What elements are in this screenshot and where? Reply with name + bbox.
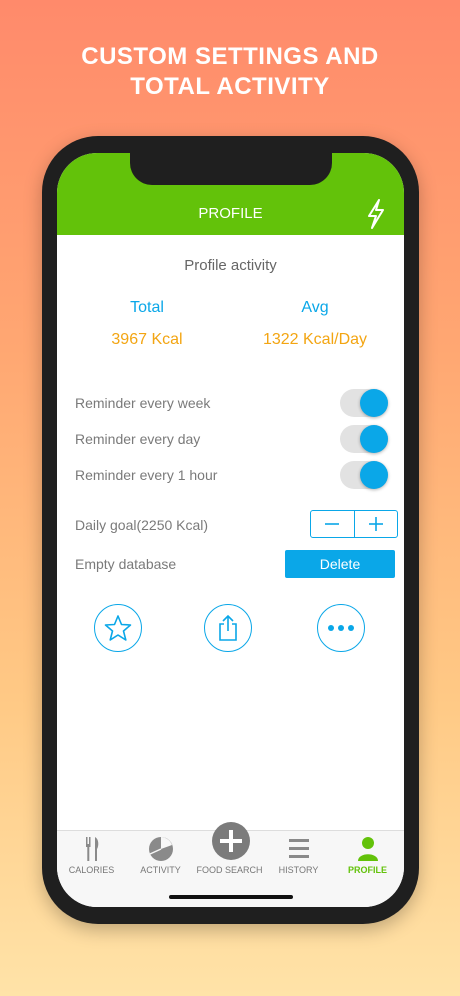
tab-profile-label: PROFILE [347,865,387,875]
fork-knife-icon [86,837,99,861]
minus-icon [325,523,340,525]
promo-title-line1: CUSTOM SETTINGS AND [81,43,379,70]
person-icon [358,837,378,861]
pie-chart-icon [149,837,173,861]
toggle-knob [360,389,388,417]
tab-profile[interactable]: PROFILE [333,831,402,881]
reminder-week-toggle[interactable] [340,389,388,417]
star-icon [104,615,132,641]
plus-icon [368,517,383,531]
header-title: PROFILE [198,205,263,222]
list-icon [289,839,309,858]
increment-button[interactable] [355,511,398,537]
decrement-button[interactable] [311,511,355,537]
tab-food-search-label: FOOD SEARCH [196,865,263,875]
food-search-fab[interactable] [212,822,250,860]
tab-history-label: HISTORY [278,865,319,875]
phone-notch [130,153,332,185]
avg-label: Avg [301,299,329,316]
tab-activity[interactable]: ACTIVITY [126,831,195,881]
empty-database-label: Empty database [75,556,177,572]
home-indicator [169,895,293,899]
section-title: Profile activity [184,257,277,274]
app-screen: PROFILE Profile activity Total Avg 3967 … [57,153,404,907]
share-button[interactable] [204,604,252,652]
lightning-icon[interactable] [365,199,387,229]
share-icon [219,614,237,641]
reminder-hour-toggle[interactable] [340,461,388,489]
plus-icon [220,830,242,852]
tab-calories[interactable]: CALORIES [57,831,126,881]
reminder-hour-label: Reminder every 1 hour [75,467,218,483]
promo-title: CUSTOM SETTINGS AND TOTAL ACTIVITY [0,42,460,102]
toggle-knob [360,461,388,489]
total-label: Total [130,299,164,316]
daily-goal-stepper [310,510,398,538]
toggle-knob [360,425,388,453]
delete-button[interactable]: Delete [285,550,395,578]
reminder-week-label: Reminder every week [75,395,211,411]
tab-history[interactable]: HISTORY [264,831,333,881]
avg-value: 1322 Kcal/Day [262,331,368,348]
tab-calories-label: CALORIES [68,865,115,875]
promo-title-line2: TOTAL ACTIVITY [130,73,330,100]
reminder-day-toggle[interactable] [340,425,388,453]
daily-goal-label: Daily goal(2250 Kcal) [75,517,209,533]
reminder-day-label: Reminder every day [75,431,201,447]
tab-activity-label: ACTIVITY [140,865,181,875]
total-value: 3967 Kcal [111,331,183,348]
more-button[interactable] [317,604,365,652]
rate-button[interactable] [94,604,142,652]
more-icon [328,625,354,631]
